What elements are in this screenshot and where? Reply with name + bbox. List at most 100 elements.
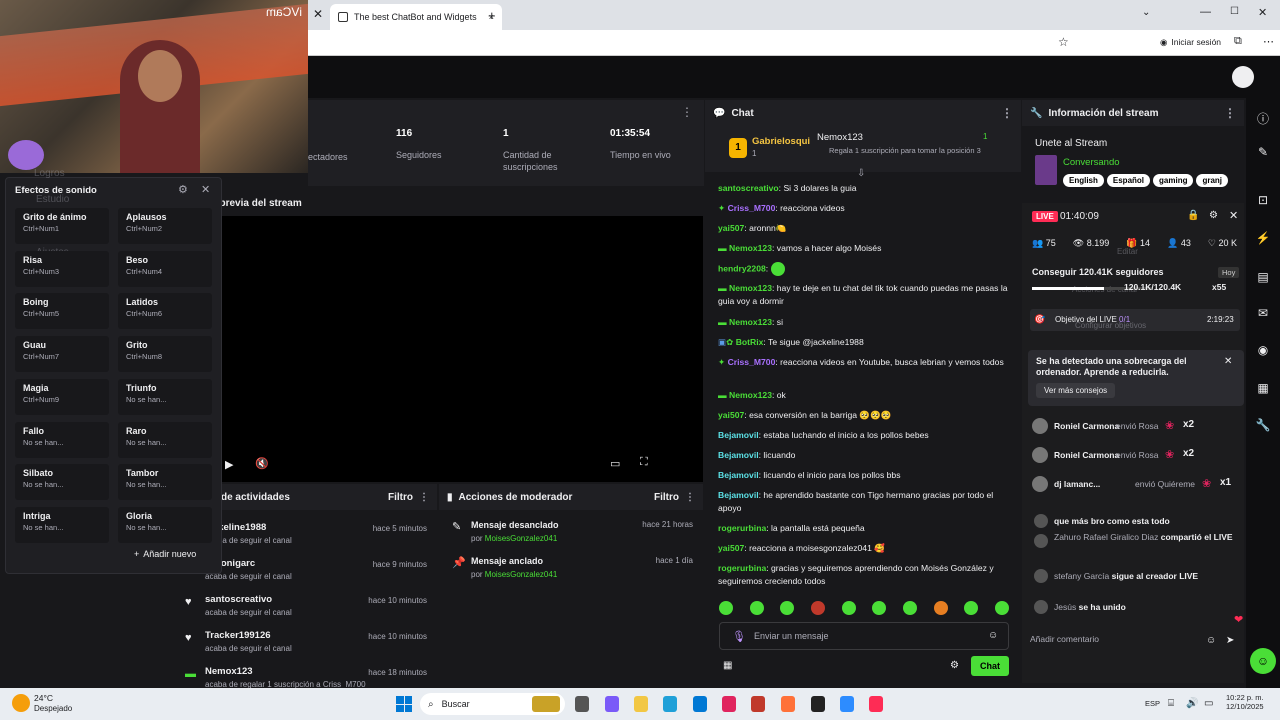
- firefox-icon[interactable]: [781, 696, 795, 712]
- chat-username[interactable]: Criss_M700: [728, 203, 776, 213]
- add-new-button[interactable]: + Añadir nuevo: [134, 549, 196, 559]
- close-left-icon[interactable]: ✕: [313, 7, 323, 21]
- sound-effect-button[interactable]: Tambor No se han...: [118, 464, 212, 501]
- chat-username[interactable]: yai507: [718, 410, 744, 420]
- chat-username[interactable]: santoscreativo: [718, 183, 779, 193]
- chat-username[interactable]: Bejamovil: [718, 430, 759, 440]
- chat-username[interactable]: Bejamovil: [718, 490, 759, 500]
- crop-icon[interactable]: ⊡: [1254, 193, 1272, 211]
- browser-menu-icon[interactable]: ⋯: [1263, 35, 1274, 48]
- sound-effect-button[interactable]: Boing Ctrl+Num5: [15, 293, 109, 330]
- edge-icon[interactable]: [663, 696, 677, 712]
- messenger-icon[interactable]: [840, 696, 854, 712]
- chat-username[interactable]: rogerurbina: [718, 523, 766, 533]
- layout-icon[interactable]: ▦: [1254, 381, 1272, 399]
- emoji-icon[interactable]: ☺: [988, 630, 998, 641]
- start-menu-icon[interactable]: [396, 696, 412, 712]
- theater-mode-icon[interactable]: ▭: [610, 457, 620, 470]
- moderator-menu-icon[interactable]: ⋮: [685, 492, 695, 503]
- sound-effect-button[interactable]: Beso Ctrl+Num4: [118, 250, 212, 287]
- language-indicator[interactable]: ESP: [1145, 699, 1160, 708]
- emote-icon[interactable]: [964, 601, 979, 615]
- live-objective-row[interactable]: 🎯 Objetivo del LIVE 0/1 Configurar objet…: [1030, 309, 1240, 331]
- live-settings-icon[interactable]: ⚙: [1209, 210, 1218, 221]
- sound-effect-button[interactable]: Grito de ánimo Ctrl+Num1: [15, 208, 109, 244]
- tag-granj[interactable]: granj: [1196, 174, 1229, 187]
- tag-espanol[interactable]: Español: [1106, 174, 1151, 187]
- extensions-icon[interactable]: ⧉: [1234, 35, 1242, 48]
- weather-temp[interactable]: 24°C: [34, 693, 53, 703]
- alert-tips-button[interactable]: Ver más consejos: [1036, 383, 1116, 398]
- chat-username[interactable]: Nemox123: [729, 283, 772, 293]
- microphone-icon[interactable]: 🎙: [732, 630, 746, 643]
- battery-icon[interactable]: ▭: [1204, 698, 1213, 709]
- copilot-icon[interactable]: [605, 696, 619, 712]
- login-button[interactable]: ◉ Iniciar sesión: [1160, 37, 1221, 48]
- comment-send-icon[interactable]: ➤: [1226, 635, 1234, 646]
- app-red-icon[interactable]: [722, 696, 736, 712]
- clock[interactable]: 10:22 p. m. 12/10/2025: [1226, 693, 1264, 711]
- chat-send-button[interactable]: Chat: [971, 656, 1009, 676]
- emote-icon[interactable]: [994, 601, 1009, 615]
- alert-close-icon[interactable]: ✕: [1224, 356, 1232, 367]
- mute-icon[interactable]: 🔇: [255, 457, 269, 470]
- tool-icon[interactable]: 🔧: [1254, 418, 1272, 436]
- chat-username[interactable]: hendry2208: [718, 263, 766, 273]
- close-icon[interactable]: ✕: [201, 183, 210, 196]
- chat-username[interactable]: Bejamovil: [718, 450, 759, 460]
- emote-icon[interactable]: [902, 601, 917, 615]
- network-icon[interactable]: ⌸: [1168, 698, 1174, 709]
- play-icon[interactable]: ▶: [225, 458, 233, 471]
- document-icon[interactable]: ▤: [1254, 270, 1272, 288]
- sound-effect-button[interactable]: Guau Ctrl+Num7: [15, 336, 109, 373]
- favorite-star-icon[interactable]: ☆: [1058, 35, 1069, 49]
- emote-icon[interactable]: [810, 601, 825, 615]
- chat-username[interactable]: Nemox123: [729, 243, 772, 253]
- folder-icon[interactable]: [634, 696, 648, 712]
- assistant-bubble-icon[interactable]: ☺: [1250, 648, 1276, 674]
- emote-icon[interactable]: [872, 601, 887, 615]
- chat-username[interactable]: Criss_M700: [728, 357, 776, 367]
- store-icon[interactable]: [693, 696, 707, 712]
- tab-list-icon[interactable]: ⌄: [1142, 7, 1150, 18]
- emote-icon[interactable]: [719, 601, 733, 615]
- activity-filter-button[interactable]: Filtro: [388, 492, 413, 503]
- store-icon[interactable]: ▦: [723, 660, 732, 671]
- chat-username[interactable]: yai507: [718, 543, 744, 553]
- sound-effect-button[interactable]: Grito Ctrl+Num8: [118, 336, 212, 373]
- antivirus-icon[interactable]: [751, 696, 765, 712]
- chat-input[interactable]: 🎙 Enviar un mensaje ☺: [719, 622, 1009, 650]
- browser-tab[interactable]: The best ChatBot and Widgets ×: [330, 4, 502, 30]
- close-window-icon[interactable]: ✕: [1258, 6, 1267, 19]
- chat-username[interactable]: yai507: [718, 223, 744, 233]
- tag-english[interactable]: English: [1063, 174, 1104, 187]
- comment-emoji-icon[interactable]: ☺: [1206, 635, 1216, 646]
- sound-effect-button[interactable]: Aplausos Ctrl+Num2: [118, 208, 212, 244]
- fullscreen-icon[interactable]: ⛶: [640, 456, 648, 469]
- emote-icon[interactable]: [841, 601, 856, 615]
- tag-gaming[interactable]: gaming: [1153, 174, 1194, 187]
- sound-effect-button[interactable]: Fallo No se han...: [15, 421, 109, 458]
- file-manager-icon[interactable]: [575, 696, 589, 712]
- stats-menu-icon[interactable]: ⋮: [681, 105, 693, 119]
- tiktok-icon[interactable]: [869, 696, 883, 712]
- message-icon[interactable]: ✉: [1254, 306, 1272, 324]
- sound-effect-button[interactable]: Intriga No se han...: [15, 506, 109, 543]
- volume-icon[interactable]: 🔊: [1186, 698, 1198, 709]
- broadcast-icon[interactable]: ◉: [1254, 343, 1272, 361]
- sound-effect-button[interactable]: Silbato No se han...: [15, 464, 109, 501]
- address-bar[interactable]: ☆ ◉ Iniciar sesión ⧉ ⋯: [308, 30, 1280, 56]
- emote-icon[interactable]: [780, 601, 795, 615]
- chat-menu-icon[interactable]: ⋮: [1001, 106, 1013, 120]
- chat-username[interactable]: Nemox123: [729, 390, 772, 400]
- activity-menu-icon[interactable]: ⋮: [419, 492, 429, 503]
- info-menu-icon[interactable]: ⋮: [1224, 106, 1236, 120]
- live-close-icon[interactable]: ✕: [1229, 209, 1238, 222]
- moderator-filter-button[interactable]: Filtro: [654, 492, 679, 503]
- sound-effect-button[interactable]: Risa Ctrl+Num3: [15, 250, 109, 287]
- settings-gear-icon[interactable]: ⚙: [178, 183, 188, 196]
- widgets-icon[interactable]: [532, 696, 560, 712]
- sound-effect-button[interactable]: Latidos Ctrl+Num6: [118, 293, 212, 330]
- obs-icon[interactable]: [811, 696, 825, 712]
- chat-username[interactable]: Bejamovil: [718, 470, 759, 480]
